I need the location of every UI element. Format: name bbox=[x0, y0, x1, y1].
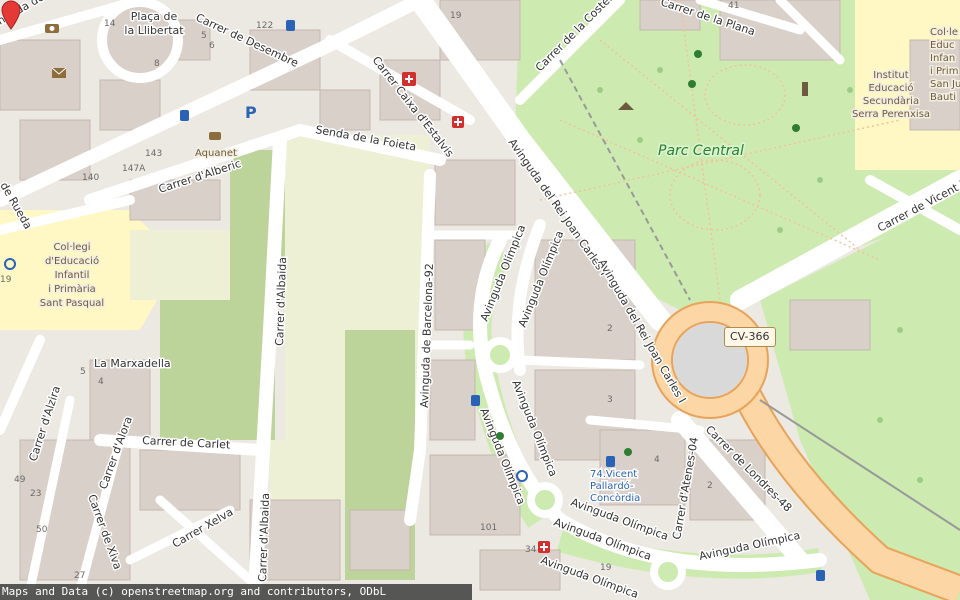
school-label: Col·legi bbox=[53, 242, 90, 253]
map-svg: Plaça de la Llibertat Carrer de Desembre… bbox=[0, 0, 960, 600]
transit-labels: 74.Vicent Pallardó- Concòrdia bbox=[589, 468, 642, 506]
school-label: Secundària bbox=[863, 95, 919, 107]
house-number: 2 bbox=[707, 481, 713, 491]
poi-label: Aquanet bbox=[195, 148, 237, 159]
house-number: 19 bbox=[600, 563, 612, 573]
house-number: 143 bbox=[145, 149, 162, 159]
road-shield: CV-366 bbox=[724, 327, 776, 347]
house-number: 6 bbox=[209, 41, 215, 51]
parking-icon: P bbox=[245, 103, 257, 122]
house-number: 101 bbox=[480, 523, 497, 533]
svg-text:P: P bbox=[245, 103, 257, 122]
house-number: 2 bbox=[607, 324, 613, 334]
house-number: 3 bbox=[607, 395, 613, 405]
house-number: 27 bbox=[74, 571, 85, 581]
house-number: 14 bbox=[104, 19, 116, 29]
house-number: 5 bbox=[201, 31, 207, 41]
school-label: Institut bbox=[873, 70, 908, 81]
mail-icon bbox=[51, 67, 67, 78]
house-number: 8 bbox=[154, 59, 160, 69]
school-label: Educ bbox=[930, 40, 955, 51]
bus-stop-icon bbox=[286, 20, 295, 31]
school-label: Bauti bbox=[930, 92, 956, 103]
school-label: i Prim bbox=[930, 66, 958, 77]
house-number: 50 bbox=[36, 525, 48, 535]
school-label: i Primària bbox=[48, 283, 96, 295]
pharmacy-icon bbox=[538, 541, 550, 553]
house-number: 34 bbox=[525, 545, 537, 555]
pharmacy-icon bbox=[402, 72, 416, 86]
house-number: 4 bbox=[98, 377, 104, 387]
house-number: 49 bbox=[14, 475, 26, 485]
house-number: 4 bbox=[654, 455, 660, 465]
roundabout-small bbox=[650, 554, 686, 590]
house-number: 5 bbox=[80, 367, 86, 377]
house-number: 19 bbox=[450, 11, 462, 21]
school-label: Infan bbox=[930, 53, 955, 64]
camera-icon bbox=[45, 24, 59, 33]
map-canvas[interactable]: Plaça de la Llibertat Carrer de Desembre… bbox=[0, 0, 960, 600]
bus-stop-label: Pallardó- bbox=[590, 480, 634, 492]
house-number: 140 bbox=[82, 173, 99, 183]
house-number: 19 bbox=[0, 275, 12, 285]
grass-field bbox=[160, 300, 275, 440]
roundabout-small bbox=[482, 337, 518, 373]
school-label: Sant Pasqual bbox=[40, 298, 104, 309]
farmland-field bbox=[285, 135, 430, 330]
farmland-field bbox=[270, 440, 345, 500]
school-label: Educació bbox=[868, 82, 913, 94]
school-label: Infantil bbox=[55, 270, 90, 281]
bus-stop-label: Concòrdia bbox=[590, 492, 640, 504]
park-label: Parc Central bbox=[658, 143, 744, 159]
pharmacy-icon bbox=[452, 116, 464, 128]
farmland-field bbox=[130, 230, 230, 300]
house-number: 41 bbox=[728, 1, 739, 11]
monument-icon bbox=[802, 82, 808, 96]
roundabout-small bbox=[527, 482, 563, 518]
house-number: 147A bbox=[122, 164, 146, 174]
house-number: 23 bbox=[30, 489, 41, 499]
location-marker[interactable] bbox=[0, 0, 22, 30]
school-label: Serra Perenxisa bbox=[852, 109, 930, 120]
pedestrian-icon bbox=[624, 448, 632, 456]
taxi-icon bbox=[209, 132, 221, 140]
locality-label: La Marxadella bbox=[94, 357, 171, 370]
place-label-plaza: Plaça de bbox=[131, 10, 178, 23]
school-label: Col·le bbox=[930, 27, 958, 38]
school-label: San Ju bbox=[930, 79, 960, 90]
map-attribution[interactable]: Maps and Data (c) openstreetmap.org and … bbox=[0, 584, 472, 600]
school-label: d'Educació bbox=[45, 255, 99, 267]
place-label-plaza: la Llibertat bbox=[124, 24, 184, 37]
bus-stop-label: 74.Vicent bbox=[590, 469, 637, 480]
house-number: 122 bbox=[256, 21, 273, 31]
